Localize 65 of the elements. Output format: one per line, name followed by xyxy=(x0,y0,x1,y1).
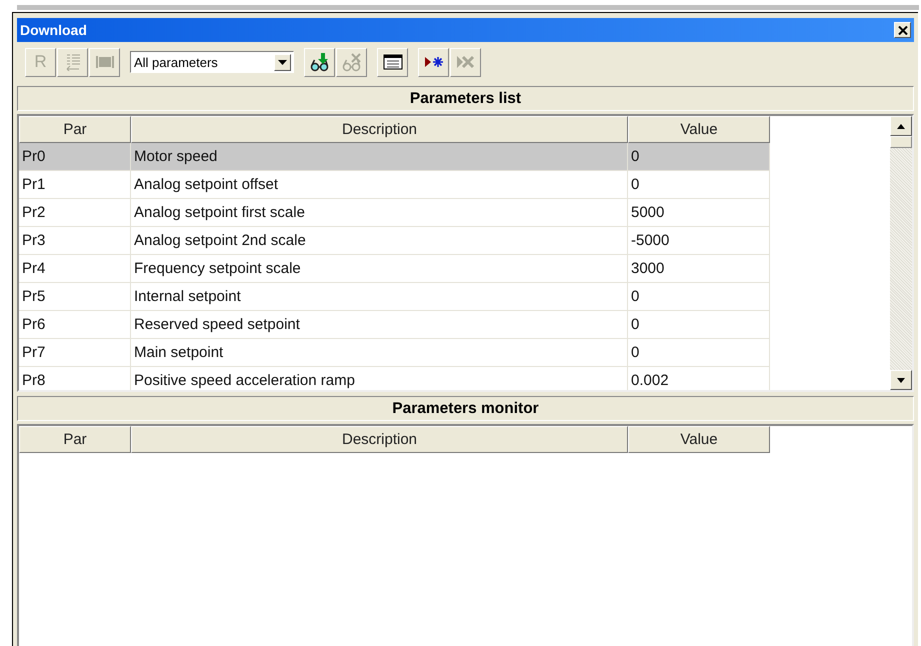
table-cell: 0 xyxy=(628,171,770,199)
table-cell: 3000 xyxy=(628,255,770,283)
play-star-icon xyxy=(422,55,444,69)
table-cell: Internal setpoint xyxy=(131,283,628,311)
table-cell: Pr2 xyxy=(19,199,131,227)
table-cell: Pr3 xyxy=(19,227,131,255)
down-arrow-icon xyxy=(897,378,905,382)
column-header[interactable]: Par xyxy=(19,116,131,143)
table-row[interactable]: Pr0 Motor speed 0 xyxy=(19,143,771,171)
stop-cross-icon xyxy=(454,54,476,70)
column-header[interactable]: Value xyxy=(628,116,770,143)
caret-icon xyxy=(278,60,287,64)
table-cell: Main setpoint xyxy=(131,339,628,367)
start-button[interactable] xyxy=(418,48,449,76)
table-cell: Motor speed xyxy=(131,143,628,171)
column-header[interactable]: Par xyxy=(19,426,131,453)
table-row[interactable]: Pr8 Positive speed acceleration ramp 0.002 xyxy=(19,367,771,390)
table-cell: Pr8 xyxy=(19,367,131,390)
table-cell: -5000 xyxy=(628,227,770,255)
table-cell: 0 xyxy=(628,283,770,311)
table-row[interactable]: Pr4 Frequency setpoint scale 3000 xyxy=(19,255,771,283)
table-row[interactable]: Pr7 Main setpoint 0 xyxy=(19,339,771,367)
table-row[interactable]: Pr3 Analog setpoint 2nd scale -5000 xyxy=(19,227,771,255)
table-cell: Reserved speed setpoint xyxy=(131,311,628,339)
section-title: Parameters monitor xyxy=(392,400,539,418)
scroll-thumb[interactable] xyxy=(890,136,912,148)
list-icon xyxy=(64,53,82,71)
table-cell: Pr4 xyxy=(19,255,131,283)
table-cell: Analog setpoint first scale xyxy=(131,199,628,227)
table-row[interactable]: Pr2 Analog setpoint first scale 5000 xyxy=(19,199,771,227)
up-arrow-icon xyxy=(897,124,905,128)
window-title: Download xyxy=(20,22,87,38)
table-cell: 5000 xyxy=(628,199,770,227)
scrollbar[interactable] xyxy=(890,116,912,390)
table-cell: Frequency setpoint scale xyxy=(131,255,628,283)
table-button[interactable] xyxy=(377,48,408,76)
table-row[interactable]: Pr1 Analog setpoint offset 0 xyxy=(19,171,771,199)
table-cell: 0 xyxy=(628,311,770,339)
filter-dropdown[interactable]: All parameters xyxy=(130,51,294,73)
table-cell: Pr1 xyxy=(19,171,131,199)
table-icon xyxy=(382,54,402,70)
table-cell: Pr7 xyxy=(19,339,131,367)
glasses-download-icon xyxy=(308,52,330,72)
table-cell: 0.002 xyxy=(628,367,770,390)
table-row[interactable]: Pr6 Reserved speed setpoint 0 xyxy=(19,311,771,339)
chip-icon xyxy=(94,54,114,70)
column-header[interactable]: Description xyxy=(131,116,628,143)
table-cell: Pr5 xyxy=(19,283,131,311)
table-cell: 0 xyxy=(628,339,770,367)
table-cell: 0 xyxy=(628,143,770,171)
scroll-down-button[interactable] xyxy=(890,370,912,390)
table-row[interactable]: Pr5 Internal setpoint 0 xyxy=(19,283,771,311)
scroll-up-button[interactable] xyxy=(890,116,912,136)
glasses-cross-icon xyxy=(340,52,362,72)
column-header[interactable]: Value xyxy=(628,426,770,453)
table-cell: Pr6 xyxy=(19,311,131,339)
table-cell: Pr0 xyxy=(19,143,131,171)
table-cell: Analog setpoint 2nd scale xyxy=(131,227,628,255)
read-button[interactable] xyxy=(304,48,335,76)
column-header[interactable]: Description xyxy=(131,426,628,453)
section-title: Parameters list xyxy=(410,90,522,108)
table-cell: Positive speed acceleration ramp xyxy=(131,367,628,390)
table-cell: Analog setpoint offset xyxy=(131,171,628,199)
close-icon xyxy=(898,26,908,34)
close-button[interactable] xyxy=(894,22,911,38)
